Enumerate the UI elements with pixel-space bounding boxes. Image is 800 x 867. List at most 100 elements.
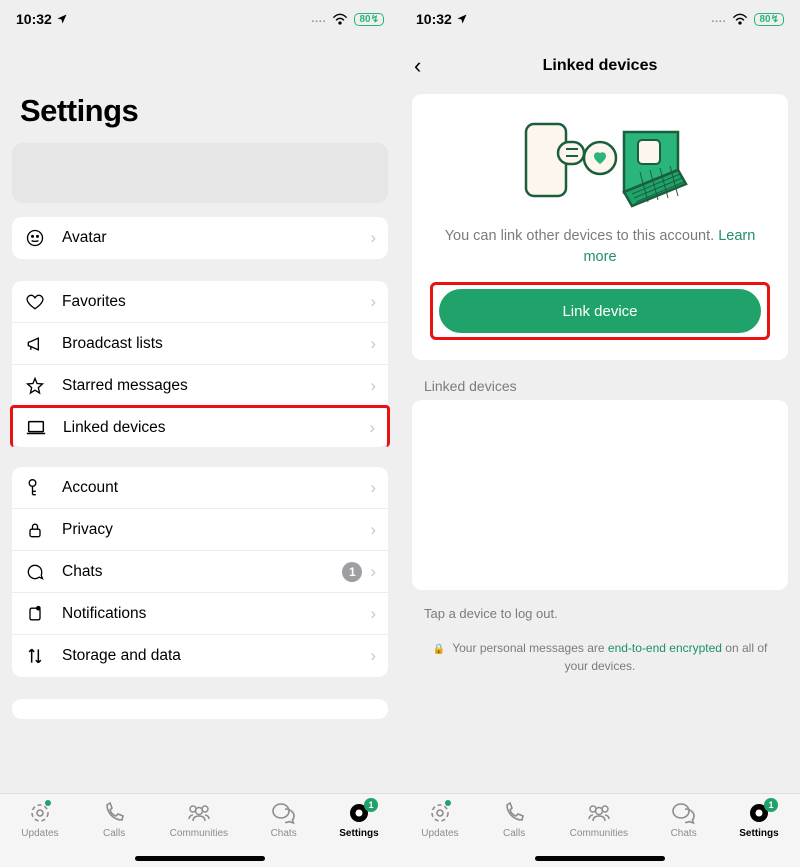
tab-chats[interactable]: Chats bbox=[271, 800, 297, 839]
row-notifications[interactable]: Notifications › bbox=[12, 593, 388, 635]
tab-calls[interactable]: Calls bbox=[501, 800, 527, 839]
wifi-icon bbox=[332, 13, 348, 25]
settings-icon: 1 bbox=[746, 800, 772, 826]
updates-icon bbox=[427, 800, 453, 826]
chevron-right-icon: › bbox=[370, 604, 376, 624]
chevron-right-icon: › bbox=[370, 228, 376, 248]
calls-icon bbox=[501, 800, 527, 826]
tab-badge: 1 bbox=[364, 798, 378, 812]
hero-text: You can link other devices to this accou… bbox=[430, 226, 770, 268]
chat-icon bbox=[24, 561, 46, 583]
chevron-right-icon: › bbox=[370, 292, 376, 312]
chevron-right-icon: › bbox=[370, 478, 376, 498]
location-icon bbox=[56, 13, 68, 25]
row-badge: 1 bbox=[342, 562, 362, 582]
link-device-highlight: Link device bbox=[430, 282, 770, 340]
bell-icon bbox=[24, 603, 46, 625]
tab-communities[interactable]: Communities bbox=[570, 800, 628, 839]
communities-icon bbox=[186, 800, 212, 826]
row-storage[interactable]: Storage and data › bbox=[12, 635, 388, 677]
linked-device-list[interactable] bbox=[412, 400, 788, 590]
status-bar: 10:32 .... 80↯ bbox=[0, 0, 400, 38]
tab-updates[interactable]: Updates bbox=[421, 800, 458, 839]
row-label: Notifications bbox=[62, 605, 370, 623]
tab-calls[interactable]: Calls bbox=[101, 800, 127, 839]
tab-communities[interactable]: Communities bbox=[170, 800, 228, 839]
row-label: Linked devices bbox=[63, 419, 369, 437]
tab-bar: Updates Calls Communities Chats 1 Se bbox=[400, 793, 800, 867]
row-label: Starred messages bbox=[62, 377, 370, 395]
location-icon bbox=[456, 13, 468, 25]
row-label: Storage and data bbox=[62, 647, 370, 665]
section-heading: Linked devices bbox=[424, 378, 776, 394]
tab-settings[interactable]: 1 Settings bbox=[339, 800, 378, 839]
wifi-icon bbox=[732, 13, 748, 25]
row-favorites[interactable]: Favorites › bbox=[12, 281, 388, 323]
link-device-button[interactable]: Link device bbox=[439, 289, 761, 333]
signal-dots: .... bbox=[311, 14, 326, 25]
settings-group: Account › Privacy › Chats 1 › bbox=[12, 467, 388, 677]
row-privacy[interactable]: Privacy › bbox=[12, 509, 388, 551]
nav-header: ‹ Linked devices bbox=[400, 44, 800, 88]
home-indicator[interactable] bbox=[135, 856, 265, 861]
chevron-right-icon: › bbox=[370, 646, 376, 666]
tab-updates[interactable]: Updates bbox=[21, 800, 58, 839]
megaphone-icon bbox=[24, 333, 46, 355]
tab-bar: Updates Calls Communities Chats 1 Se bbox=[0, 793, 400, 867]
screen-settings: 10:32 .... 80↯ Settings Avatar › bbox=[0, 0, 400, 867]
star-icon bbox=[24, 375, 46, 397]
tab-settings[interactable]: 1 Settings bbox=[739, 800, 778, 839]
battery-badge: 80↯ bbox=[354, 13, 384, 26]
row-chats[interactable]: Chats 1 › bbox=[12, 551, 388, 593]
home-indicator[interactable] bbox=[535, 856, 665, 861]
chevron-right-icon: › bbox=[370, 376, 376, 396]
tab-label: Settings bbox=[739, 828, 778, 839]
updates-icon bbox=[27, 800, 53, 826]
row-account[interactable]: Account › bbox=[12, 467, 388, 509]
row-label: Avatar bbox=[62, 229, 370, 247]
status-bar: 10:32 .... 80↯ bbox=[400, 0, 800, 38]
updown-icon bbox=[24, 645, 46, 667]
row-broadcast[interactable]: Broadcast lists › bbox=[12, 323, 388, 365]
hero-card: You can link other devices to this accou… bbox=[412, 94, 788, 360]
chevron-right-icon: › bbox=[370, 520, 376, 540]
row-linked-devices[interactable]: Linked devices › bbox=[10, 405, 390, 447]
row-label: Broadcast lists bbox=[62, 335, 370, 353]
tab-label: Settings bbox=[339, 828, 378, 839]
page-title: Settings bbox=[20, 93, 388, 129]
cutoff-group bbox=[12, 699, 388, 719]
row-avatar[interactable]: Avatar › bbox=[12, 217, 388, 259]
tab-label: Chats bbox=[271, 828, 297, 839]
screen-linked-devices: 10:32 .... 80↯ ‹ Linked devices bbox=[400, 0, 800, 867]
tab-label: Updates bbox=[421, 828, 458, 839]
row-label: Favorites bbox=[62, 293, 370, 311]
heart-icon bbox=[24, 291, 46, 313]
chats-icon bbox=[271, 800, 297, 826]
lists-group: Favorites › Broadcast lists › Starred me… bbox=[12, 281, 388, 447]
row-label: Chats bbox=[62, 563, 342, 581]
tab-chats[interactable]: Chats bbox=[671, 800, 697, 839]
row-starred[interactable]: Starred messages › bbox=[12, 365, 388, 407]
row-label: Privacy bbox=[62, 521, 370, 539]
header-title: Linked devices bbox=[543, 57, 658, 75]
tab-label: Chats bbox=[671, 828, 697, 839]
communities-icon bbox=[586, 800, 612, 826]
row-label: Account bbox=[62, 479, 370, 497]
logout-hint: Tap a device to log out. bbox=[424, 606, 776, 621]
calls-icon bbox=[101, 800, 127, 826]
encryption-link[interactable]: end-to-end encrypted bbox=[608, 641, 722, 655]
avatar-group: Avatar › bbox=[12, 217, 388, 259]
encryption-note: 🔒 Your personal messages are end-to-end … bbox=[424, 639, 776, 675]
tab-label: Updates bbox=[21, 828, 58, 839]
profile-card[interactable] bbox=[12, 143, 388, 203]
chevron-right-icon: › bbox=[369, 418, 375, 438]
battery-badge: 80↯ bbox=[754, 13, 784, 26]
chevron-right-icon: › bbox=[370, 562, 376, 582]
key-icon bbox=[24, 477, 46, 499]
back-button[interactable]: ‹ bbox=[414, 53, 421, 79]
status-time: 10:32 bbox=[416, 11, 452, 27]
tab-label: Communities bbox=[570, 828, 628, 839]
lock-icon bbox=[24, 519, 46, 541]
settings-icon: 1 bbox=[346, 800, 372, 826]
status-time: 10:32 bbox=[16, 11, 52, 27]
